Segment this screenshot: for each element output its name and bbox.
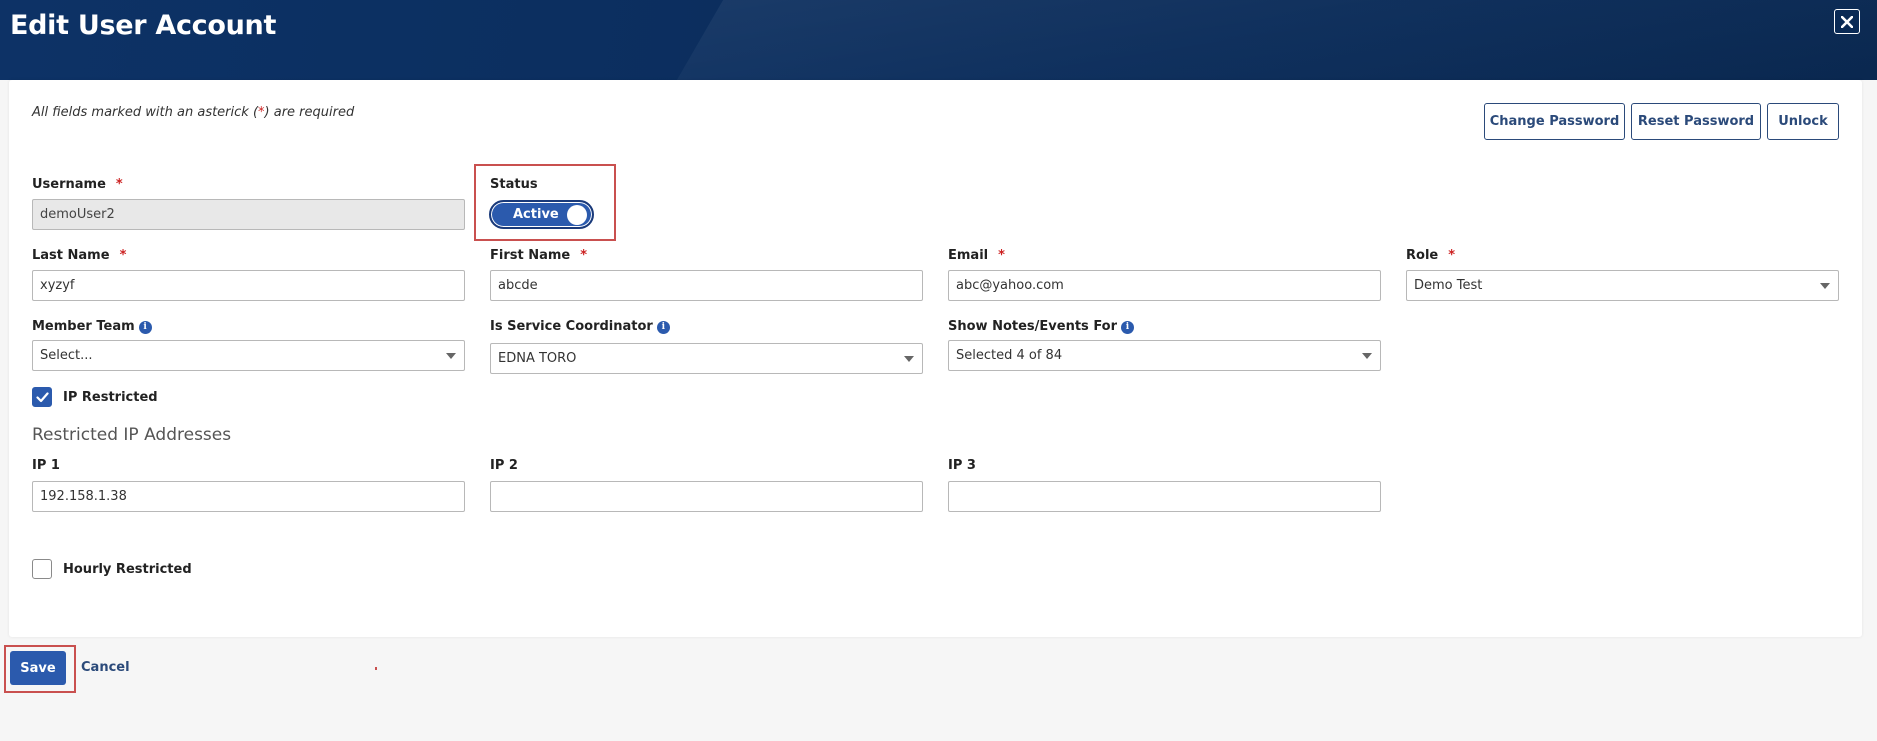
ip2-field[interactable] <box>490 481 923 512</box>
hourly-restricted-checkbox[interactable] <box>32 559 52 579</box>
member-team-select-value: Select... <box>40 348 93 363</box>
note-suffix: ) are required <box>264 105 355 120</box>
dialog-header: Edit User Account <box>0 0 1877 80</box>
required-marker: * <box>580 248 588 263</box>
role-label-text: Role <box>1406 248 1439 263</box>
info-icon[interactable]: i <box>1121 321 1135 334</box>
service-coordinator-label-text: Is Service Coordinator <box>490 319 653 334</box>
status-toggle-label: Active <box>513 207 559 222</box>
status-label: Status <box>490 177 538 192</box>
ip3-field[interactable] <box>948 481 1381 512</box>
ip-restricted-checkbox[interactable] <box>32 387 52 407</box>
member-team-label-text: Member Team <box>32 319 135 334</box>
service-coordinator-select[interactable]: EDNA TORO <box>490 343 923 374</box>
toggle-knob <box>567 205 587 225</box>
status-toggle[interactable]: Active <box>489 200 594 229</box>
close-button[interactable] <box>1834 9 1860 34</box>
service-coordinator-label: Is Service Coordinator i <box>490 319 670 334</box>
email-label-text: Email <box>948 248 989 263</box>
ip2-label: IP 2 <box>490 458 518 473</box>
username-label: Username * <box>32 177 123 192</box>
info-icon[interactable]: i <box>656 321 670 334</box>
chevron-down-icon <box>1820 283 1830 289</box>
username-field[interactable]: demoUser2 <box>32 199 465 230</box>
required-fields-note: All fields marked with an asterick (*) a… <box>32 105 354 120</box>
required-marker: * <box>119 248 127 263</box>
unlock-button[interactable]: Unlock <box>1767 103 1839 140</box>
role-label: Role * <box>1406 248 1455 263</box>
required-marker: * <box>1448 248 1456 263</box>
last-name-label: Last Name * <box>32 248 126 263</box>
service-coordinator-select-value: EDNA TORO <box>498 351 577 366</box>
chevron-down-icon <box>446 353 456 359</box>
required-marker: * <box>998 248 1005 263</box>
note-prefix: All fields marked with an asterick ( <box>32 105 259 120</box>
member-team-select[interactable]: Select... <box>32 340 465 371</box>
member-team-label: Member Team i <box>32 319 152 334</box>
checkmark-icon <box>36 392 49 403</box>
role-select-value: Demo Test <box>1414 278 1483 293</box>
role-select[interactable]: Demo Test <box>1406 270 1839 301</box>
required-marker: * <box>115 177 123 192</box>
change-password-button[interactable]: Change Password <box>1484 103 1625 140</box>
restricted-ip-section-title: Restricted IP Addresses <box>32 425 232 445</box>
username-label-text: Username <box>32 177 106 192</box>
email-label: Email * <box>948 248 1005 263</box>
first-name-field[interactable]: abcde <box>490 270 923 301</box>
header-decoration <box>676 0 1877 80</box>
show-notes-select[interactable]: Selected 4 of 84 <box>948 340 1381 371</box>
last-name-label-text: Last Name <box>32 248 110 263</box>
dialog-title: Edit User Account <box>10 10 277 41</box>
show-notes-label: Show Notes/Events For i <box>948 319 1135 334</box>
first-name-label: First Name * <box>490 248 587 263</box>
close-icon <box>1841 15 1853 28</box>
ip-restricted-label: IP Restricted <box>63 390 158 405</box>
chevron-down-icon <box>904 356 914 362</box>
last-name-field[interactable]: xyzyf <box>32 270 465 301</box>
email-field[interactable]: abc@yahoo.com <box>948 270 1381 301</box>
show-notes-label-text: Show Notes/Events For <box>948 319 1118 334</box>
ip1-label: IP 1 <box>32 458 60 473</box>
save-button[interactable]: Save <box>10 651 66 685</box>
chevron-down-icon <box>1362 353 1372 359</box>
ip3-label: IP 3 <box>948 458 976 473</box>
cancel-link[interactable]: Cancel <box>81 660 130 675</box>
show-notes-select-value: Selected 4 of 84 <box>956 348 1063 363</box>
stray-mark <box>375 667 377 670</box>
reset-password-button[interactable]: Reset Password <box>1631 103 1761 140</box>
first-name-label-text: First Name <box>490 248 571 263</box>
ip1-field[interactable]: 192.158.1.38 <box>32 481 465 512</box>
info-icon[interactable]: i <box>138 321 152 334</box>
hourly-restricted-label: Hourly Restricted <box>63 562 192 577</box>
